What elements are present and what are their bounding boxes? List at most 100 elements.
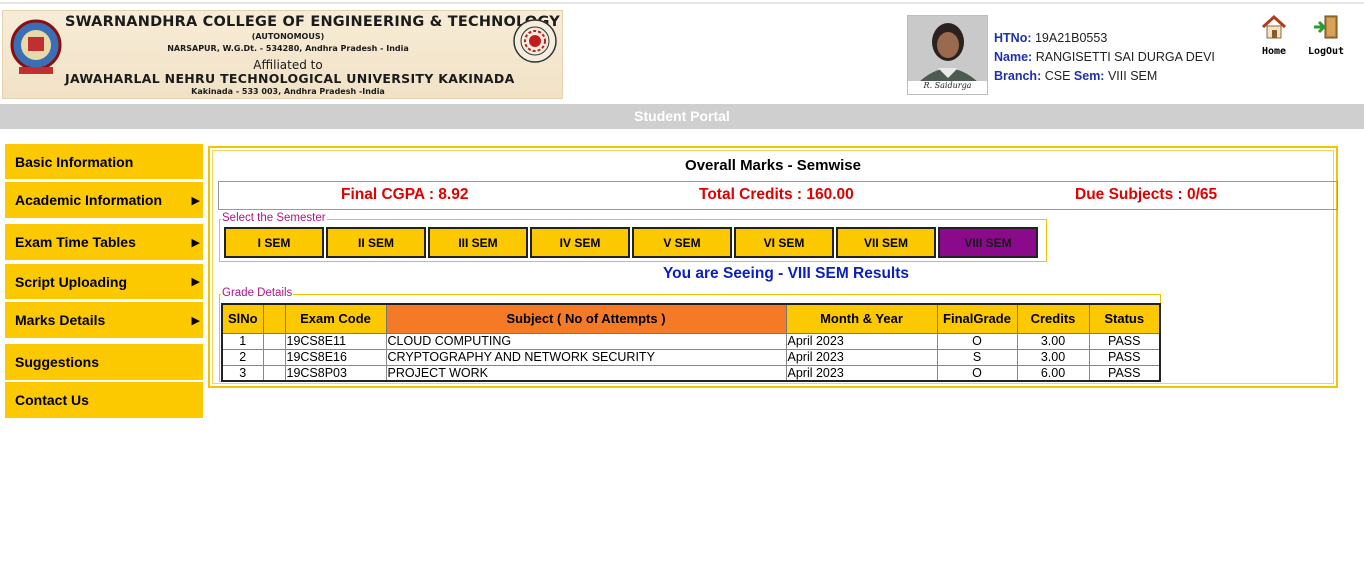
cell-status: PASS <box>1088 332 1161 350</box>
sidebar-item-label: Contact Us <box>15 392 89 408</box>
chevron-right-icon: ▶ <box>191 314 200 327</box>
table-row: 3 19CS8P03 PROJECT WORK April 2023 O 6.0… <box>221 364 1161 382</box>
sidebar-item-label: Academic Information <box>15 192 163 208</box>
due-subjects: Due Subjects : 0/65 <box>1075 186 1218 203</box>
college-logo-icon <box>10 19 62 74</box>
col-exam-code: Exam Code <box>284 303 387 334</box>
grades-table: SlNo Exam Code Subject ( No of Attempts … <box>221 303 1161 382</box>
cell-blank <box>262 348 286 366</box>
cell-month-year: April 2023 <box>785 364 938 382</box>
cell-credits: 3.00 <box>1016 348 1090 366</box>
cell-slno: 2 <box>221 348 264 366</box>
sidebar-item-script-uploading[interactable]: Script Uploading ▶ <box>5 264 203 299</box>
col-subject: Subject ( No of Attempts ) <box>385 303 787 334</box>
sem-button-6[interactable]: VI SEM <box>734 227 834 258</box>
home-label: Home <box>1261 46 1287 57</box>
table-row: 1 19CS8E11 CLOUD COMPUTING April 2023 O … <box>221 332 1161 350</box>
sem-value: VIII SEM <box>1107 69 1158 83</box>
cell-final-grade: S <box>936 348 1018 366</box>
branch-label: Branch: <box>994 69 1042 83</box>
cell-credits: 3.00 <box>1016 332 1090 350</box>
cell-exam-code: 19CS8P03 <box>284 364 387 382</box>
col-final-grade: FinalGrade <box>936 303 1018 334</box>
panel-title: Overall Marks - Semwise <box>685 157 861 174</box>
cell-status: PASS <box>1088 348 1161 366</box>
logout-label: LogOut <box>1307 46 1345 57</box>
sem-label: Sem: <box>1073 69 1105 83</box>
sidebar-item-suggestions[interactable]: Suggestions <box>5 344 203 380</box>
home-icon <box>1261 14 1287 39</box>
col-credits: Credits <box>1016 303 1090 334</box>
sem-button-5[interactable]: V SEM <box>632 227 732 258</box>
sidebar-item-basic-information[interactable]: Basic Information <box>5 144 203 179</box>
sem-button-4[interactable]: IV SEM <box>530 227 630 258</box>
cell-subject: CRYPTOGRAPHY AND NETWORK SECURITY <box>385 348 787 366</box>
cell-slno: 1 <box>221 332 264 350</box>
chevron-right-icon: ▶ <box>191 236 200 249</box>
cell-slno: 3 <box>221 364 264 382</box>
student-info: HTNo: 19A21B0553 Name: RANGISETTI SAI DU… <box>994 29 1215 86</box>
overall-marks-panel: Overall Marks - Semwise Final CGPA : 8.9… <box>208 146 1338 388</box>
semester-selector: Select the Semester I SEM II SEM III SEM… <box>219 212 1047 262</box>
col-status: Status <box>1088 303 1161 334</box>
sidebar-item-label: Basic Information <box>15 153 134 170</box>
sidebar-item-contact-us[interactable]: Contact Us <box>5 382 203 418</box>
cell-month-year: April 2023 <box>785 332 938 350</box>
logout-icon <box>1314 15 1338 39</box>
student-photo: R. Saidurga <box>907 15 988 95</box>
university-seal-icon <box>513 19 557 63</box>
name-value: RANGISETTI SAI DURGA DEVI <box>1035 50 1215 64</box>
overall-marks-inner: Overall Marks - Semwise Final CGPA : 8.9… <box>212 150 1338 384</box>
cell-final-grade: O <box>936 364 1018 382</box>
sidebar-item-exam-time-tables[interactable]: Exam Time Tables ▶ <box>5 224 203 260</box>
htno-value: 19A21B0553 <box>1034 31 1108 45</box>
total-credits: Total Credits : 160.00 <box>699 186 854 203</box>
table-row: 2 19CS8E16 CRYPTOGRAPHY AND NETWORK SECU… <box>221 348 1161 366</box>
col-month-year: Month & Year <box>785 303 938 334</box>
cell-subject: CLOUD COMPUTING <box>385 332 787 350</box>
sem-button-8[interactable]: VIII SEM <box>938 227 1038 258</box>
college-name: SWARNANDHRA COLLEGE OF ENGINEERING & TEC… <box>65 14 560 30</box>
sidebar-item-label: Script Uploading <box>15 273 127 290</box>
branch-value: CSE <box>1044 69 1071 83</box>
sem-button-2[interactable]: II SEM <box>326 227 426 258</box>
top-divider <box>0 2 1364 4</box>
cell-status: PASS <box>1088 364 1161 382</box>
autonomous-label: (AUTONOMOUS) <box>251 32 325 41</box>
name-label: Name: <box>994 50 1033 64</box>
student-signature: R. Saidurga <box>908 81 987 94</box>
table-header-row: SlNo Exam Code Subject ( No of Attempts … <box>221 303 1161 334</box>
sidebar-item-marks-details[interactable]: Marks Details ▶ <box>5 302 203 338</box>
sidebar-item-academic-information[interactable]: Academic Information ▶ <box>5 182 203 218</box>
grade-legend: Grade Details <box>221 287 294 299</box>
cell-final-grade: O <box>936 332 1018 350</box>
sem-button-1[interactable]: I SEM <box>224 227 324 258</box>
cell-blank <box>262 364 286 382</box>
college-address: NARSAPUR, W.G.Dt. - 534280, Andhra Prade… <box>167 44 409 53</box>
sem-button-3[interactable]: III SEM <box>428 227 528 258</box>
sidebar-item-label: Marks Details <box>15 312 106 328</box>
university-address: Kakinada - 533 003, Andhra Pradesh -Indi… <box>191 87 385 96</box>
sem-button-7[interactable]: VII SEM <box>836 227 936 258</box>
cell-exam-code: 19CS8E16 <box>284 348 387 366</box>
college-banner: SWARNANDHRA COLLEGE OF ENGINEERING & TEC… <box>2 10 563 99</box>
cell-subject: PROJECT WORK <box>385 364 787 382</box>
cell-blank <box>262 332 286 350</box>
sidebar-item-label: Suggestions <box>15 354 100 370</box>
semester-legend: Select the Semester <box>221 212 327 224</box>
logout-button[interactable]: LogOut <box>1304 14 1348 57</box>
affiliated-label: Affiliated to <box>253 58 323 72</box>
htno-label: HTNo: <box>994 31 1032 45</box>
col-slno: SlNo <box>221 303 264 334</box>
chevron-right-icon: ▶ <box>191 194 200 207</box>
cell-exam-code: 19CS8E11 <box>284 332 387 350</box>
home-button[interactable]: Home <box>1252 14 1296 57</box>
summary-box: Final CGPA : 8.92 Total Credits : 160.00… <box>218 181 1338 210</box>
chevron-right-icon: ▶ <box>191 276 200 288</box>
col-blank <box>262 303 286 334</box>
university-name: JAWAHARLAL NEHRU TECHNOLOGICAL UNIVERSIT… <box>65 71 515 86</box>
grade-details: Grade Details SlNo Exam Code Subject ( N… <box>219 287 1161 382</box>
cell-month-year: April 2023 <box>785 348 938 366</box>
student-avatar-icon <box>908 16 987 83</box>
seeing-results-text: You are Seeing - VIII SEM Results <box>662 265 910 282</box>
